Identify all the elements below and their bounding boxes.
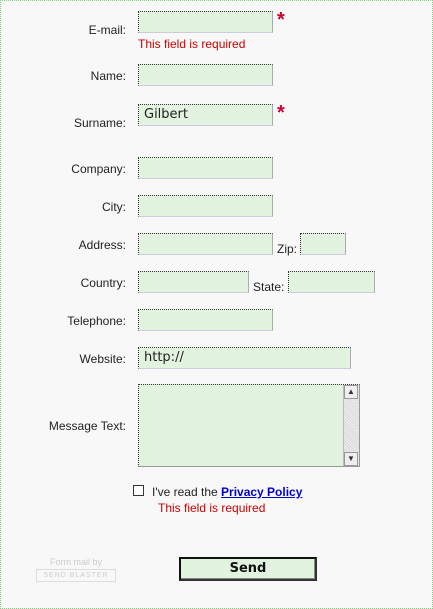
city-label: City: xyxy=(102,200,126,214)
address-label: Address: xyxy=(78,238,126,252)
form-frame xyxy=(0,0,433,609)
city-field[interactable] xyxy=(138,195,273,217)
sendblaster-logo[interactable]: Form mail by SEND BLASTER xyxy=(36,557,116,582)
privacy-policy-link[interactable]: Privacy Policy xyxy=(221,485,302,499)
scroll-down-icon[interactable]: ▼ xyxy=(344,452,358,466)
name-label: Name: xyxy=(90,69,126,83)
website-field[interactable]: http:// xyxy=(138,347,351,369)
privacy-error-message: This field is required xyxy=(158,501,266,515)
surname-label: Surname: xyxy=(73,116,126,130)
privacy-text: I've read the xyxy=(152,485,218,499)
country-field[interactable] xyxy=(138,271,249,293)
telephone-label: Telephone: xyxy=(67,314,126,328)
state-field[interactable] xyxy=(288,271,375,293)
name-field[interactable] xyxy=(138,64,273,86)
brand-line1: Form mail by xyxy=(49,557,102,567)
company-label: Company: xyxy=(71,162,126,176)
scroll-up-icon[interactable]: ▲ xyxy=(344,385,358,399)
privacy-statement: I've read the Privacy Policy xyxy=(152,485,302,499)
brand-line2: SEND BLASTER xyxy=(36,569,116,582)
email-error-message: This field is required xyxy=(138,37,246,51)
zip-label: Zip: xyxy=(277,242,298,256)
email-required-marker: * xyxy=(277,9,285,31)
website-label: Website: xyxy=(79,352,126,366)
telephone-field[interactable] xyxy=(138,309,273,331)
surname-required-marker: * xyxy=(277,102,285,124)
privacy-checkbox[interactable] xyxy=(133,485,144,496)
state-label: State: xyxy=(253,280,285,294)
zip-field[interactable] xyxy=(300,233,346,255)
email-label: E-mail: xyxy=(88,23,126,37)
surname-field[interactable]: Gilbert xyxy=(138,104,273,126)
country-label: Country: xyxy=(80,276,126,290)
message-scrollbar[interactable]: ▲ ▼ xyxy=(343,385,359,466)
message-textarea[interactable]: ▲ ▼ xyxy=(138,384,360,467)
company-field[interactable] xyxy=(138,157,273,179)
message-label: Message Text: xyxy=(48,419,126,433)
email-field[interactable] xyxy=(138,11,273,33)
send-button[interactable]: Send xyxy=(179,557,317,581)
address-field[interactable] xyxy=(138,233,273,255)
